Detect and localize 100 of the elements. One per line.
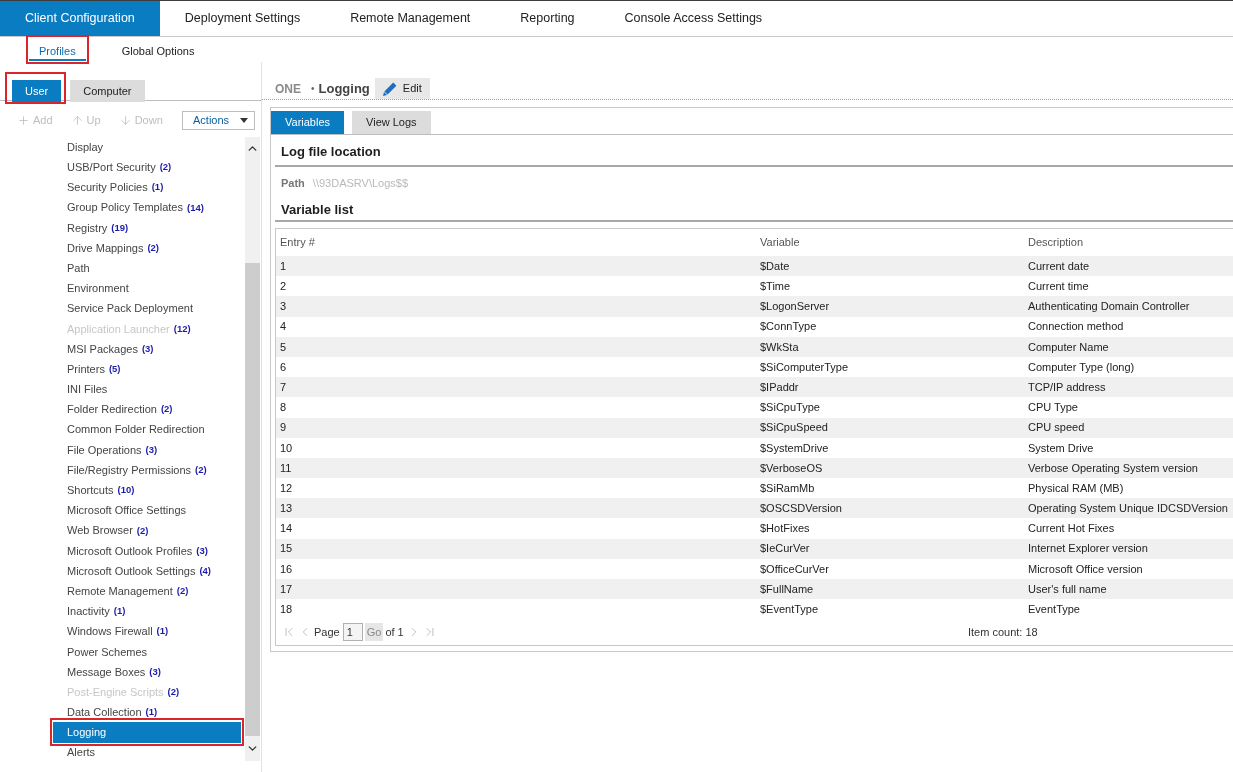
item-count: (1) <box>145 705 158 720</box>
item-count: (1) <box>151 180 164 195</box>
column-header[interactable]: Description <box>1028 234 1233 251</box>
tree-item[interactable]: Printers (5) <box>53 359 241 380</box>
table-cell-text: Current date <box>1028 258 1091 274</box>
tree-item[interactable]: INI Files <box>53 379 241 400</box>
tree-item[interactable]: MSI Packages (3) <box>53 338 241 360</box>
page-input[interactable]: 1 <box>342 623 363 642</box>
tree-item[interactable]: Display <box>53 137 241 158</box>
table-cell-text: Operating System Unique IDCSDVersion <box>1028 501 1229 517</box>
tree-item[interactable]: Inactivity (1) <box>53 601 241 622</box>
table-cell-text: 4 <box>280 319 288 335</box>
table-cell-text: $SiCpuSpeed <box>760 420 829 436</box>
table-cell-text: $LogonServer <box>760 299 831 315</box>
tree-item[interactable]: Logging <box>53 722 241 743</box>
tree-item[interactable]: Path <box>53 258 241 279</box>
tree-item[interactable]: File Operations (3) <box>53 439 241 460</box>
item-count: (14) <box>186 200 204 215</box>
table-cell-text: System Drive <box>1028 440 1095 456</box>
scrollbar-thumb[interactable] <box>245 263 260 736</box>
table-cell-text: 7 <box>280 379 288 395</box>
content-tab[interactable]: View Logs <box>352 111 431 134</box>
table-cell-text: 15 <box>280 541 294 557</box>
table-cell-text: $FullName <box>760 581 815 597</box>
item-count: (3) <box>196 543 208 558</box>
tree-item[interactable]: Drive Mappings (2) <box>53 237 241 259</box>
tree-item[interactable]: Service Pack Deployment <box>53 298 241 319</box>
table-cell-text: $OSCSDVersion <box>760 501 843 517</box>
table-cell-text: $Time <box>760 279 792 295</box>
table-cell-text: 1 <box>280 258 288 274</box>
sub-tab[interactable]: Profiles <box>29 42 86 62</box>
table-cell-text: 3 <box>280 299 288 315</box>
table-cell-text: CPU Type <box>1028 400 1079 416</box>
edit-button[interactable]: Edit <box>374 78 430 99</box>
table-cell-text: 8 <box>280 400 288 416</box>
table-cell-text: 11 <box>280 460 293 476</box>
table-cell-text: $Date <box>760 258 791 274</box>
table-cell-text: 13 <box>280 501 294 517</box>
table-cell-text: Microsoft Office version <box>1028 561 1144 577</box>
tree-item[interactable]: Security Policies (1) <box>53 177 241 198</box>
tree-item[interactable]: Message Boxes (3) <box>53 661 241 683</box>
tree-item[interactable]: Data Collection (1) <box>53 702 241 723</box>
nav-tab[interactable]: Client Configuration <box>0 1 160 36</box>
tree-item[interactable]: Power Schemes <box>53 641 241 662</box>
tree-item[interactable]: Microsoft Outlook Settings (4) <box>53 560 241 582</box>
table-cell-text: $HotFixes <box>760 521 811 537</box>
tree-item[interactable]: Microsoft Office Settings <box>53 500 241 521</box>
table-cell-text: 10 <box>280 440 294 456</box>
table-cell-text: Computer Name <box>1028 339 1110 355</box>
table-cell-text: $VerboseOS <box>760 460 824 476</box>
item-count: (3) <box>149 664 161 679</box>
item-count: (1) <box>113 604 126 619</box>
column-header[interactable]: Entry # <box>280 234 760 251</box>
table-cell-text: 9 <box>280 420 288 436</box>
table-cell-text: TCP/IP address <box>1028 379 1107 395</box>
item-count: (4) <box>199 563 211 578</box>
profile-tab[interactable]: User <box>12 80 62 103</box>
table-cell-text: 12 <box>280 480 294 496</box>
item-count: (3) <box>145 442 158 457</box>
content-tab[interactable]: Variables <box>271 111 345 134</box>
item-count: (5) <box>108 362 121 377</box>
profile-name: ONE <box>275 80 301 98</box>
table-cell-text: 17 <box>280 581 294 597</box>
table-cell-text: $SiComputerType <box>760 359 850 375</box>
table-cell-text: Computer Type (long) <box>1028 359 1136 375</box>
item-count: (2) <box>176 584 189 599</box>
item-count: (2) <box>160 402 173 417</box>
item-count: (2) <box>167 685 180 700</box>
item-count: Item count: 18 <box>968 625 1038 641</box>
tree-item[interactable]: USB/Port Security (2) <box>53 157 241 178</box>
item-count: (1) <box>156 624 169 639</box>
page-label: Page <box>314 625 340 641</box>
sub-tab[interactable]: Global Options <box>111 42 205 62</box>
tree-item[interactable]: Folder Redirection (2) <box>53 399 241 420</box>
tree-item[interactable]: File/Registry Permissions (2) <box>53 460 241 481</box>
table-cell-text: 18 <box>280 602 294 618</box>
table-cell-text: $OfficeCurVer <box>760 561 830 577</box>
table-cell-text: 16 <box>280 561 294 577</box>
tree-item[interactable]: Registry (19) <box>53 217 241 238</box>
table-cell-text: $IeCurVer <box>760 541 811 557</box>
tree-item[interactable]: Common Folder Redirection <box>53 419 241 440</box>
table-cell-text: 14 <box>280 521 294 537</box>
actions-dropdown[interactable]: Actions <box>182 111 255 130</box>
scrollbar[interactable] <box>245 137 260 761</box>
plus-icon <box>17 114 30 127</box>
item-count: (2) <box>147 240 160 255</box>
item-count: (2) <box>159 160 172 175</box>
tree-item[interactable]: Microsoft Outlook Profiles (3) <box>53 540 241 561</box>
table-cell-text: User's full name <box>1028 581 1108 597</box>
tree-item[interactable]: Alerts <box>53 742 241 763</box>
tree-item[interactable]: Shortcuts (10) <box>53 480 241 501</box>
tree-item[interactable]: Group Policy Templates (14) <box>53 197 241 218</box>
table-cell-text: $IPaddr <box>760 379 800 395</box>
profile-tab[interactable]: Computer <box>70 80 145 103</box>
column-header[interactable]: Variable <box>760 234 1028 251</box>
table-cell-text: $EventType <box>760 602 820 618</box>
tree-item[interactable]: Web Browser (2) <box>53 520 241 541</box>
tree-item[interactable]: Remote Management (2) <box>53 581 241 602</box>
tree-item[interactable]: Environment <box>53 278 241 299</box>
tree-item[interactable]: Windows Firewall (1) <box>53 621 241 642</box>
